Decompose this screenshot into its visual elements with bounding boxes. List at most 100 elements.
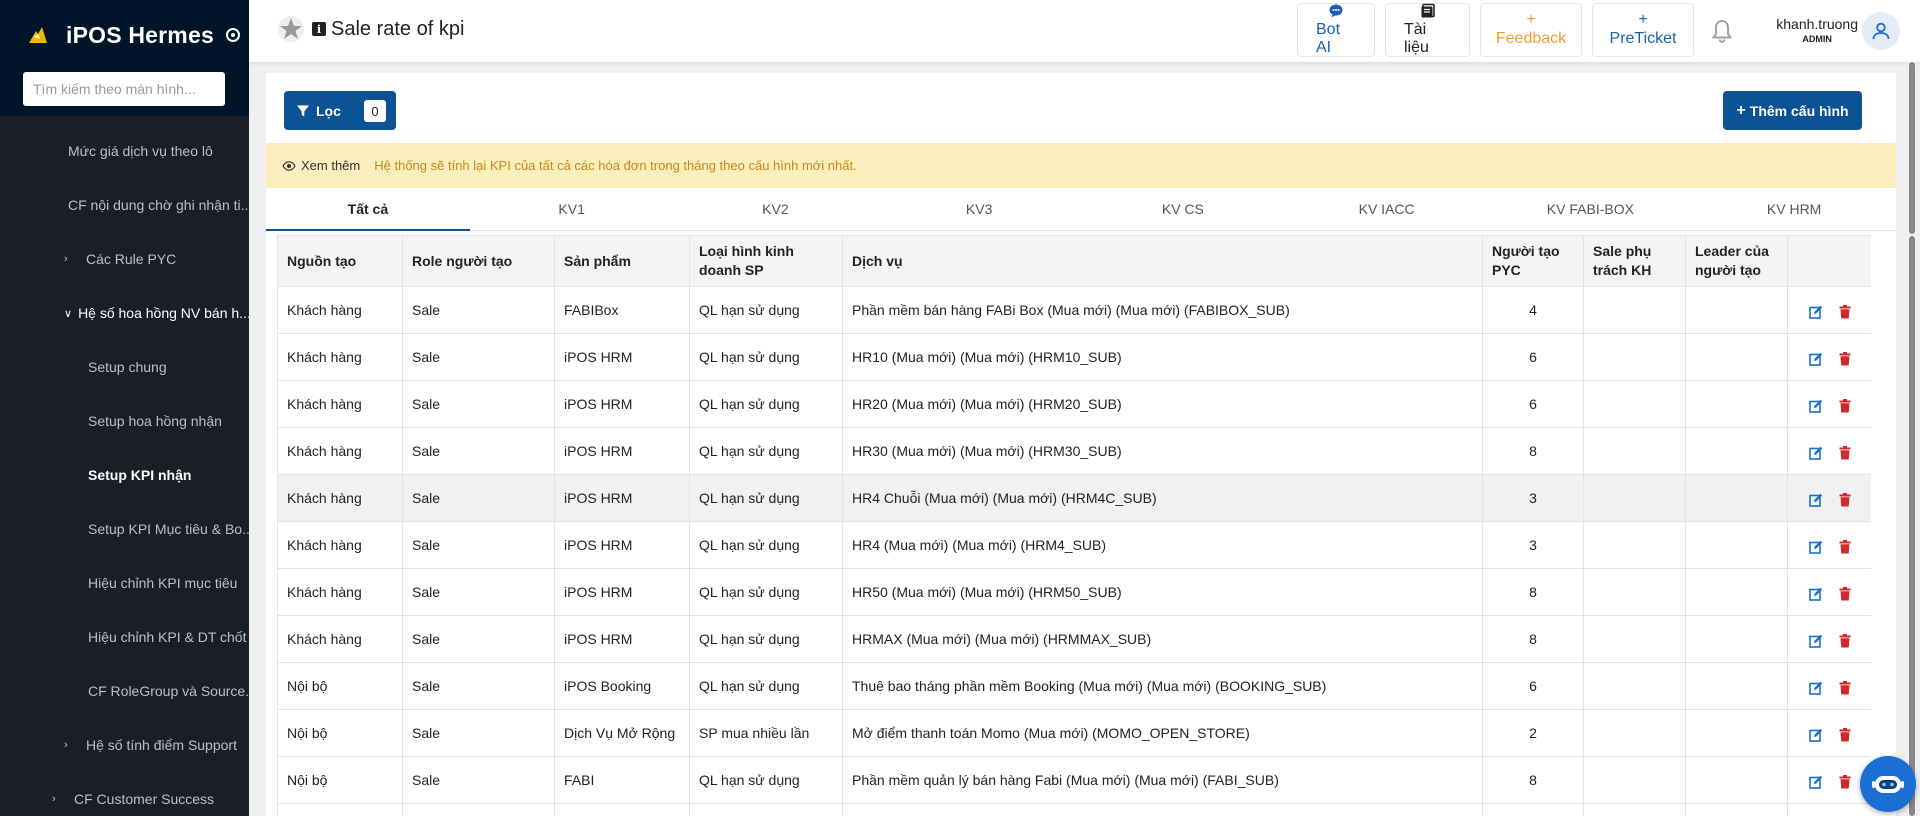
sidebar-item-2[interactable]: › Các Rule PYC bbox=[0, 232, 249, 286]
sidebar-item-6[interactable]: Setup KPI nhận bbox=[0, 448, 249, 502]
tab-5[interactable]: KV IACC bbox=[1285, 188, 1489, 230]
page-scrollbar-top[interactable] bbox=[1908, 62, 1916, 234]
table-cell: Khách hàng bbox=[277, 521, 403, 569]
edit-icon[interactable] bbox=[1808, 634, 1823, 648]
table-row[interactable]: Khách hàng Sale iPOS HRM QL hạn sử dụng HR4 … bbox=[277, 521, 1871, 569]
table-row[interactable]: Khách hàng Sale iPOS HRM QL hạn sử dụng HR50… bbox=[277, 568, 1871, 616]
edit-icon[interactable] bbox=[1808, 775, 1823, 789]
sidebar-search-input[interactable] bbox=[23, 72, 225, 106]
filter-count-badge: 0 bbox=[364, 100, 386, 122]
notification-bell-icon[interactable] bbox=[1710, 18, 1734, 44]
sidebar-item-9[interactable]: Hiệu chỉnh KPI & DT chốt bbox=[0, 610, 249, 664]
scrollbar-thumb[interactable] bbox=[1909, 236, 1915, 816]
table-cell: Khách hàng bbox=[277, 615, 403, 663]
tab-4[interactable]: KV CS bbox=[1081, 188, 1285, 230]
sidebar-item-8[interactable]: Hiệu chỉnh KPI mục tiêu bbox=[0, 556, 249, 610]
delete-icon[interactable] bbox=[1839, 681, 1851, 695]
column-header: Nguồn tạo bbox=[277, 235, 403, 287]
edit-icon[interactable] bbox=[1808, 399, 1823, 413]
edit-icon[interactable] bbox=[1808, 728, 1823, 742]
sidebar-item-0[interactable]: Mức giá dịch vụ theo lô bbox=[0, 124, 249, 178]
scrollbar-thumb[interactable] bbox=[1909, 62, 1915, 234]
delete-icon[interactable] bbox=[1839, 446, 1851, 460]
tab-3[interactable]: KV3 bbox=[877, 188, 1081, 230]
sidebar-item-1[interactable]: CF nội dung chờ ghi nhận ti... bbox=[0, 178, 249, 232]
table-row[interactable] bbox=[277, 803, 1871, 816]
header-buttons: Bot AI Tài liệu + Feedback + PreTicket bbox=[1297, 3, 1694, 57]
delete-icon[interactable] bbox=[1839, 775, 1851, 789]
table-cell: Khách hàng bbox=[277, 380, 403, 428]
table-row[interactable]: Khách hàng Sale iPOS HRM QL hạn sử dụng HRMA… bbox=[277, 615, 1871, 663]
edit-icon[interactable] bbox=[1808, 587, 1823, 601]
table-cell: Khách hàng bbox=[277, 568, 403, 616]
row-actions bbox=[1787, 756, 1871, 804]
sidebar-item-5[interactable]: Setup hoa hồng nhận bbox=[0, 394, 249, 448]
add-config-button[interactable]: + Thêm cấu hình bbox=[1723, 91, 1862, 130]
preticket-button[interactable]: + PreTicket bbox=[1592, 3, 1694, 57]
sidebar-item-12[interactable]: › CF Customer Success bbox=[0, 772, 249, 816]
sidebar-item-11[interactable]: › Hệ số tính điểm Support bbox=[0, 718, 249, 772]
table-row[interactable]: Khách hàng Sale iPOS HRM QL hạn sử dụng HR4 … bbox=[277, 474, 1871, 522]
column-header: Role người tạo bbox=[402, 235, 555, 287]
sidebar-item-7[interactable]: Setup KPI Mục tiêu & Bo... bbox=[0, 502, 249, 556]
table-row[interactable]: Khách hàng Sale iPOS HRM QL hạn sử dụng HR30… bbox=[277, 427, 1871, 475]
table-cell: QL hạn sử dụng bbox=[689, 380, 843, 428]
user-info[interactable]: khanh.truong ADMIN bbox=[1776, 16, 1858, 44]
table-cell: Sale bbox=[402, 427, 555, 475]
bot-ai-button[interactable]: Bot AI bbox=[1297, 3, 1375, 57]
table-row[interactable]: Khách hàng Sale iPOS HRM QL hạn sử dụng HR10… bbox=[277, 333, 1871, 381]
edit-icon[interactable] bbox=[1808, 493, 1823, 507]
favorite-star-icon[interactable] bbox=[277, 15, 305, 43]
table-cell: Sale bbox=[402, 286, 555, 334]
sidebar-header: iPOS Hermes bbox=[0, 0, 249, 116]
delete-icon[interactable] bbox=[1839, 540, 1851, 554]
table-row[interactable]: Nội bộ Sale FABI QL hạn sử dụng Phần mềm quả… bbox=[277, 756, 1871, 804]
see-more-link[interactable]: Xem thêm bbox=[282, 158, 360, 173]
table-row[interactable]: Nội bộ Sale iPOS Booking QL hạn sử dụng Thuê… bbox=[277, 662, 1871, 710]
delete-icon[interactable] bbox=[1839, 305, 1851, 319]
tab-6[interactable]: KV FABI-BOX bbox=[1489, 188, 1693, 230]
feedback-button[interactable]: + Feedback bbox=[1480, 3, 1582, 57]
table-cell: Khách hàng bbox=[277, 286, 403, 334]
tab-0[interactable]: Tất cả bbox=[266, 188, 470, 231]
docs-label: Tài liệu bbox=[1404, 21, 1429, 56]
edit-icon[interactable] bbox=[1808, 305, 1823, 319]
row-actions bbox=[1787, 568, 1871, 616]
sidebar-item-4[interactable]: Setup chung bbox=[0, 340, 249, 394]
row-actions bbox=[1787, 333, 1871, 381]
delete-icon[interactable] bbox=[1839, 728, 1851, 742]
brand-logo-icon bbox=[29, 27, 47, 43]
table-cell: QL hạn sử dụng bbox=[689, 568, 843, 616]
tab-1[interactable]: KV1 bbox=[470, 188, 674, 230]
tab-7[interactable]: KV HRM bbox=[1692, 188, 1896, 230]
table-cell bbox=[554, 803, 690, 816]
delete-icon[interactable] bbox=[1839, 493, 1851, 507]
tab-2[interactable]: KV2 bbox=[674, 188, 878, 230]
chatbot-launcher[interactable] bbox=[1860, 756, 1916, 812]
delete-icon[interactable] bbox=[1839, 587, 1851, 601]
delete-icon[interactable] bbox=[1839, 399, 1851, 413]
avatar[interactable] bbox=[1862, 12, 1900, 50]
row-actions bbox=[1787, 662, 1871, 710]
sidebar-item-3[interactable]: ∨ Hệ số hoa hồng NV bán h... bbox=[0, 286, 249, 340]
page-title-text: Sale rate of kpi bbox=[331, 17, 465, 40]
table-row[interactable]: Nội bộ Sale Dịch Vụ Mở Rộng SP mua nhiều lầ… bbox=[277, 709, 1871, 757]
table-row[interactable]: Khách hàng Sale iPOS HRM QL hạn sử dụng HR20… bbox=[277, 380, 1871, 428]
edit-icon[interactable] bbox=[1808, 540, 1823, 554]
radio-toggle-icon[interactable] bbox=[225, 28, 240, 42]
table-scrollbar[interactable] bbox=[1908, 236, 1916, 816]
sidebar-item-10[interactable]: CF RoleGroup và Source... bbox=[0, 664, 249, 718]
delete-icon[interactable] bbox=[1839, 634, 1851, 648]
edit-icon[interactable] bbox=[1808, 446, 1823, 460]
table-cell bbox=[689, 803, 843, 816]
delete-icon[interactable] bbox=[1839, 352, 1851, 366]
docs-button[interactable]: Tài liệu bbox=[1385, 3, 1470, 57]
row-actions bbox=[1787, 615, 1871, 663]
table-cell: 6 bbox=[1482, 333, 1584, 381]
filter-button[interactable]: Lọc 0 bbox=[284, 91, 396, 130]
chat-bubble-icon bbox=[1328, 3, 1344, 21]
edit-icon[interactable] bbox=[1808, 681, 1823, 695]
edit-icon[interactable] bbox=[1808, 352, 1823, 366]
table-row[interactable]: Khách hàng Sale FABIBox QL hạn sử dụng Phần … bbox=[277, 286, 1871, 334]
brand[interactable]: iPOS Hermes bbox=[0, 0, 249, 70]
